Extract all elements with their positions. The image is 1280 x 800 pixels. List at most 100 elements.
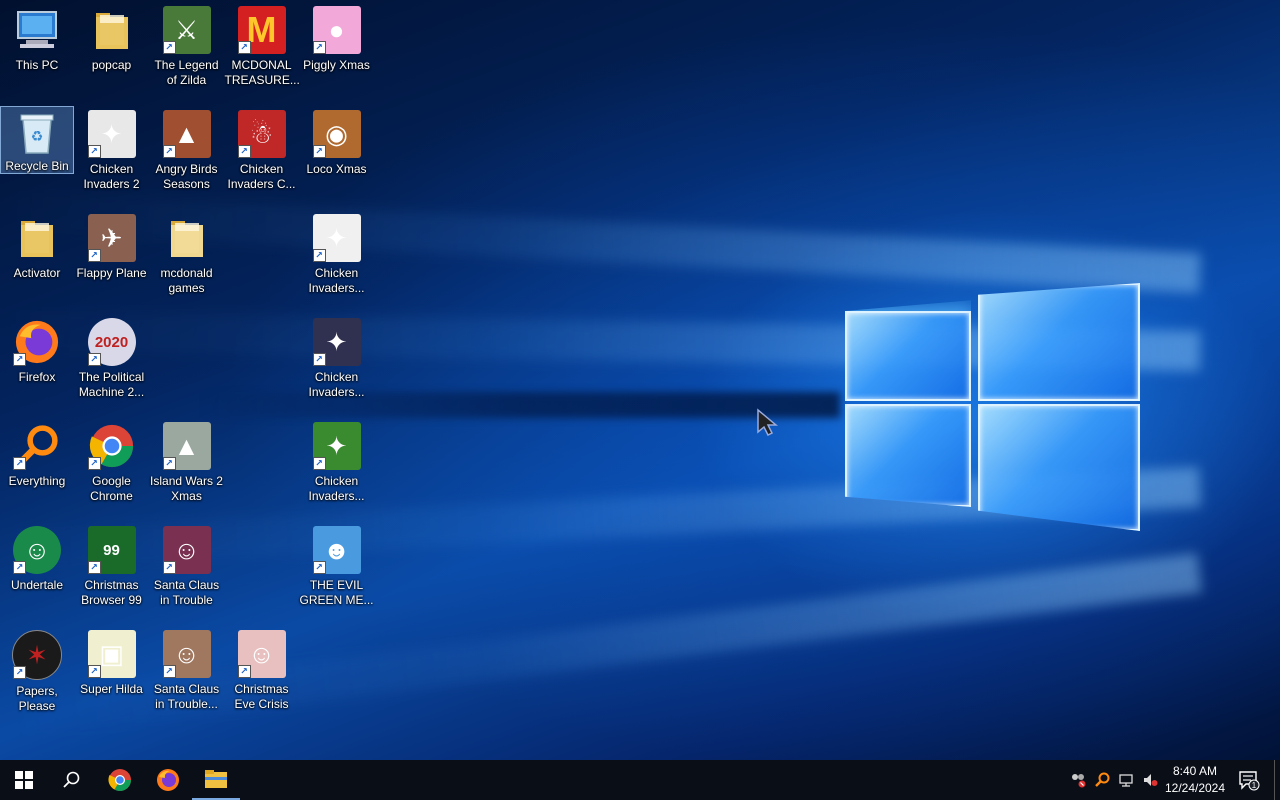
shortcut-arrow-icon: ↗ [162, 41, 176, 54]
desktop-icon-label: The Legend of Zilda [154, 58, 219, 87]
desktop-icon[interactable]: ▲ ↗ Island Wars 2 Xmas [150, 418, 224, 518]
search-icon [63, 771, 80, 788]
island-icon: ▲ ↗ [162, 422, 211, 470]
search-magnifier-icon [1095, 772, 1110, 787]
file-explorer-taskbar-icon [205, 770, 227, 788]
desktop-icon[interactable]: ✦ ↗ Chicken Invaders... [300, 210, 374, 310]
desktop-icon-label: Chicken Invaders... [308, 266, 365, 295]
shortcut-arrow-icon: ↗ [13, 666, 26, 679]
firefox-taskbar-button[interactable] [144, 760, 192, 800]
plane-icon: ✈ ↗ [87, 214, 136, 262]
clock-time: 8:40 AM [1172, 764, 1218, 778]
desktop-icon-label: Angry Birds Seasons [155, 162, 218, 191]
desktop-icon[interactable]: M ↗ MCDONAL TREASURE... [224, 2, 300, 102]
desktop-icon-label: popcap [91, 58, 132, 72]
shortcut-arrow-icon: ↗ [162, 457, 176, 470]
desktop-icon-label: Papers, Please [16, 684, 58, 713]
desktop[interactable]: This PC popcap ⚔ ↗ The Legend of Zilda M ↗ MCDO… [0, 0, 1280, 760]
show-desktop-button[interactable] [1274, 760, 1280, 800]
desktop-icon-label: Activator [13, 266, 61, 280]
papers-please-icon: ✶ ↗ [12, 630, 62, 680]
chrome-taskbar-button[interactable] [96, 760, 144, 800]
desktop-icon-label: Piggly Xmas [303, 58, 370, 72]
chicken-icon: ✦ ↗ [312, 214, 361, 262]
desktop-icon[interactable]: ☺ ↗ Christmas Eve Crisis [225, 626, 299, 726]
shortcut-arrow-icon: ↗ [237, 665, 251, 678]
desktop-icon[interactable]: mcdonald games [150, 210, 224, 310]
santa-face-icon: ☺ ↗ [237, 630, 286, 678]
undertale-icon: ☺ ↗ [13, 526, 61, 574]
desktop-icon[interactable]: ☺ ↗ Santa Claus in Trouble [150, 522, 224, 622]
search-button[interactable] [48, 760, 96, 800]
taskbar: 8:40 AM 12/24/2024 1 [0, 760, 1280, 800]
chrome-taskbar-icon [108, 769, 131, 791]
desktop-icon-label: THE EVIL GREEN ME... [299, 578, 374, 607]
svg-text:♻: ♻ [31, 128, 44, 144]
desktop-icon[interactable]: ↗ Firefox [0, 314, 74, 414]
desktop-icon-label: Santa Claus in Trouble... [153, 682, 220, 711]
desktop-icon[interactable]: 99 ↗ Christmas Browser 99 [75, 522, 149, 622]
desktop-icon[interactable]: This PC [0, 2, 74, 102]
recycle-bin-icon: ♻ [13, 111, 61, 155]
search-magnifier-icon: ↗ [13, 422, 61, 470]
desktop-icon-label: MCDONAL TREASURE... [224, 58, 300, 87]
shortcut-arrow-icon: ↗ [87, 249, 101, 262]
desktop-icon-label: Christmas Eve Crisis [234, 682, 289, 711]
mouse-cursor-icon [757, 408, 778, 436]
desktop-icon[interactable]: ● ↗ Piggly Xmas [300, 2, 374, 102]
shortcut-arrow-icon: ↗ [13, 457, 26, 470]
desktop-icon[interactable]: ☃ ↗ Chicken Invaders C... [225, 106, 299, 206]
desktop-icon[interactable]: ☺ ↗ Santa Claus in Trouble... [150, 626, 224, 726]
taskbar-clock[interactable]: 8:40 AM 12/24/2024 [1160, 763, 1230, 797]
shortcut-arrow-icon: ↗ [312, 561, 326, 574]
notification-icon: 1 [1239, 771, 1260, 791]
desktop-icon[interactable]: ↗ Google Chrome [75, 418, 149, 518]
desktop-icon[interactable]: ✦ ↗ Chicken Invaders... [300, 314, 374, 414]
desktop-icon-label: Santa Claus in Trouble [153, 578, 220, 607]
desktop-icon[interactable]: ✦ ↗ Chicken Invaders 2 [75, 106, 149, 206]
desktop-icon[interactable]: ▲ ↗ Angry Birds Seasons [150, 106, 224, 206]
folder-icon [88, 6, 136, 54]
santa-icon: ☺ ↗ [162, 630, 211, 678]
tray-everything-icon[interactable] [1090, 760, 1114, 800]
shortcut-arrow-icon: ↗ [162, 145, 176, 158]
desktop-icon[interactable]: ✶ ↗ Papers, Please [0, 626, 74, 726]
wallpaper-shadow-beam [200, 392, 840, 418]
action-center-button[interactable]: 1 [1234, 760, 1264, 800]
desktop-icon[interactable]: ✈ ↗ Flappy Plane [75, 210, 149, 310]
desktop-icon[interactable]: ✦ ↗ Chicken Invaders... [300, 418, 374, 518]
desktop-icon[interactable]: ▣ ↗ Super Hilda [75, 626, 149, 726]
desktop-icon-label: mcdonald games [160, 266, 213, 295]
file-explorer-taskbar-button[interactable] [192, 760, 240, 800]
desktop-icon[interactable]: 2020 ↗ The Political Machine 2... [75, 314, 149, 414]
start-button[interactable] [0, 760, 48, 800]
desktop-icon-label: Island Wars 2 Xmas [150, 474, 223, 503]
chicken-icon: ✦ ↗ [312, 422, 361, 470]
computer-icon [13, 6, 61, 54]
tray-network-icon[interactable] [1114, 760, 1138, 800]
shortcut-arrow-icon: ↗ [87, 665, 101, 678]
shortcut-arrow-icon: ↗ [237, 41, 251, 54]
tray-volume-icon[interactable] [1138, 760, 1162, 800]
tray-app-icon[interactable] [1066, 760, 1090, 800]
desktop-icon[interactable]: ♻ Recycle Bin [0, 106, 74, 174]
desktop-icon[interactable]: ◉ ↗ Loco Xmas [300, 106, 374, 206]
desktop-icon[interactable]: ↗ Everything [0, 418, 74, 518]
desktop-icon[interactable]: ☻ ↗ THE EVIL GREEN ME... [300, 522, 374, 622]
desktop-icon[interactable]: ☺ ↗ Undertale [0, 522, 74, 622]
santa-icon: ☺ ↗ [162, 526, 211, 574]
folder-icon [13, 214, 61, 262]
game-icon: ⚔ ↗ [162, 6, 211, 54]
desktop-icon[interactable]: popcap [75, 2, 149, 102]
people-network-icon [1072, 774, 1086, 788]
windows-logo-pane [845, 404, 971, 507]
shortcut-arrow-icon: ↗ [312, 457, 326, 470]
shortcut-arrow-icon: ↗ [13, 561, 26, 574]
desktop-icon-label: Chicken Invaders... [308, 474, 365, 503]
desktop-icon[interactable]: Activator [0, 210, 74, 310]
firefox-icon: ↗ [13, 318, 61, 366]
shortcut-arrow-icon: ↗ [312, 41, 326, 54]
desktop-icon-label: Chicken Invaders... [308, 370, 365, 399]
shortcut-arrow-icon: ↗ [87, 353, 101, 366]
desktop-icon[interactable]: ⚔ ↗ The Legend of Zilda [150, 2, 224, 102]
